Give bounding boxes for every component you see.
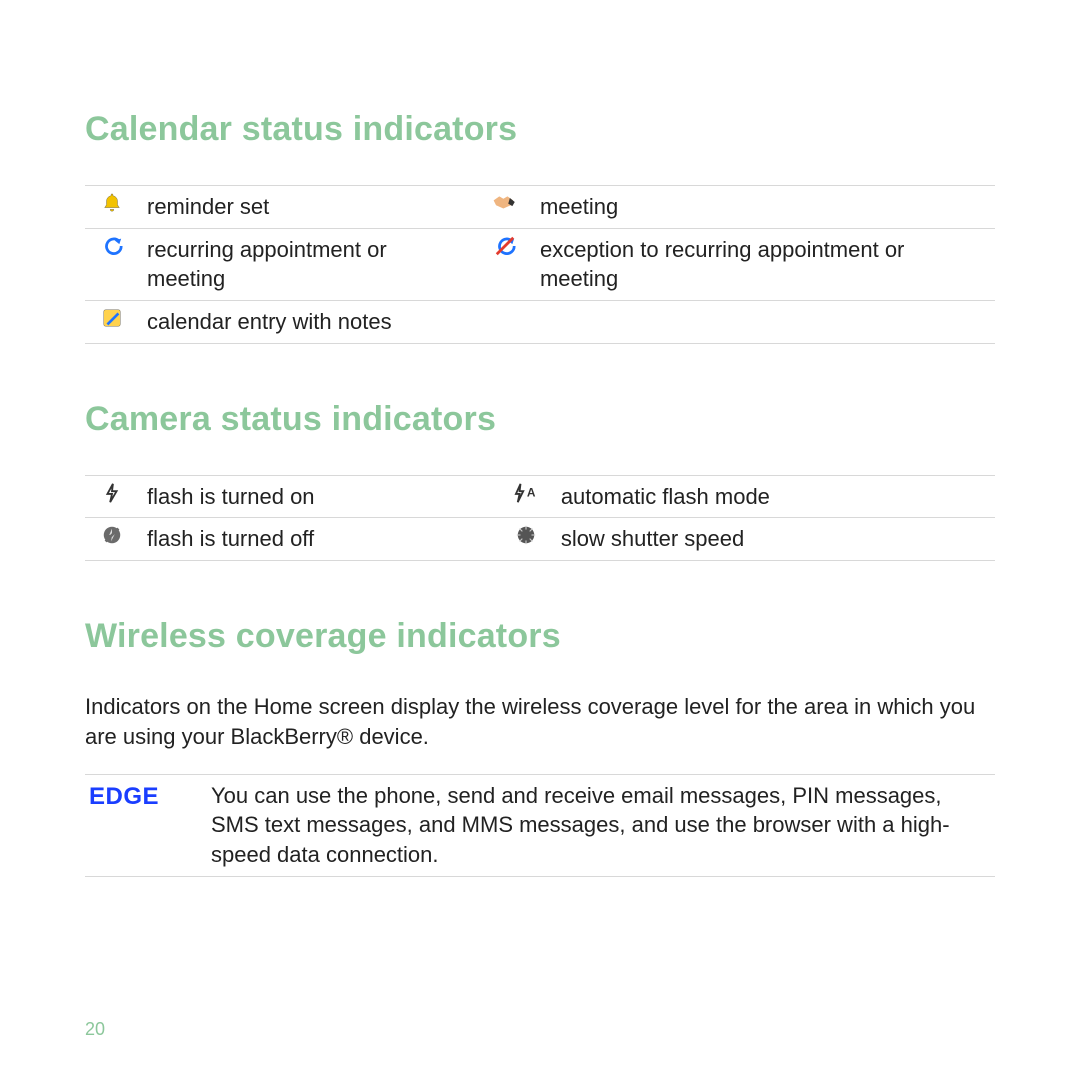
flash-auto-icon: A — [499, 475, 557, 518]
camera-cell: flash is turned on — [143, 475, 499, 518]
table-row: reminder set meeting — [85, 186, 995, 229]
calendar-cell — [536, 301, 995, 344]
calendar-cell: recurring appointment or meeting — [143, 228, 478, 300]
heading-wireless: Wireless coverage indicators — [85, 617, 995, 656]
calendar-cell: reminder set — [143, 186, 478, 229]
camera-cell: automatic flash mode — [557, 475, 995, 518]
wireless-table: EDGE You can use the phone, send and rec… — [85, 774, 995, 877]
calendar-cell: exception to recurring appointment or me… — [536, 228, 995, 300]
wireless-desc: You can use the phone, send and receive … — [207, 774, 995, 876]
recurring-icon — [85, 228, 143, 300]
table-row: recurring appointment or meeting excepti… — [85, 228, 995, 300]
camera-table: flash is turned on A automatic flash mod… — [85, 475, 995, 561]
shutter-icon — [499, 518, 557, 561]
table-row: calendar entry with notes — [85, 301, 995, 344]
calendar-table: reminder set meeting recurring appointme… — [85, 185, 995, 344]
heading-camera: Camera status indicators — [85, 400, 995, 439]
bell-icon — [85, 186, 143, 229]
camera-cell: slow shutter speed — [557, 518, 995, 561]
page-number: 20 — [85, 1019, 105, 1040]
calendar-cell: calendar entry with notes — [143, 301, 478, 344]
notes-icon — [85, 301, 143, 344]
handshake-icon — [478, 186, 536, 229]
flash-off-icon — [85, 518, 143, 561]
table-row: flash is turned on A automatic flash mod… — [85, 475, 995, 518]
heading-calendar: Calendar status indicators — [85, 110, 995, 149]
recurring-exception-icon — [478, 228, 536, 300]
table-row: flash is turned off slow shutter speed — [85, 518, 995, 561]
svg-text:A: A — [527, 485, 536, 499]
flash-on-icon — [85, 475, 143, 518]
wireless-intro: Indicators on the Home screen display th… — [85, 692, 995, 751]
edge-label: EDGE — [85, 774, 207, 876]
calendar-cell: meeting — [536, 186, 995, 229]
camera-cell: flash is turned off — [143, 518, 499, 561]
table-row: EDGE You can use the phone, send and rec… — [85, 774, 995, 876]
